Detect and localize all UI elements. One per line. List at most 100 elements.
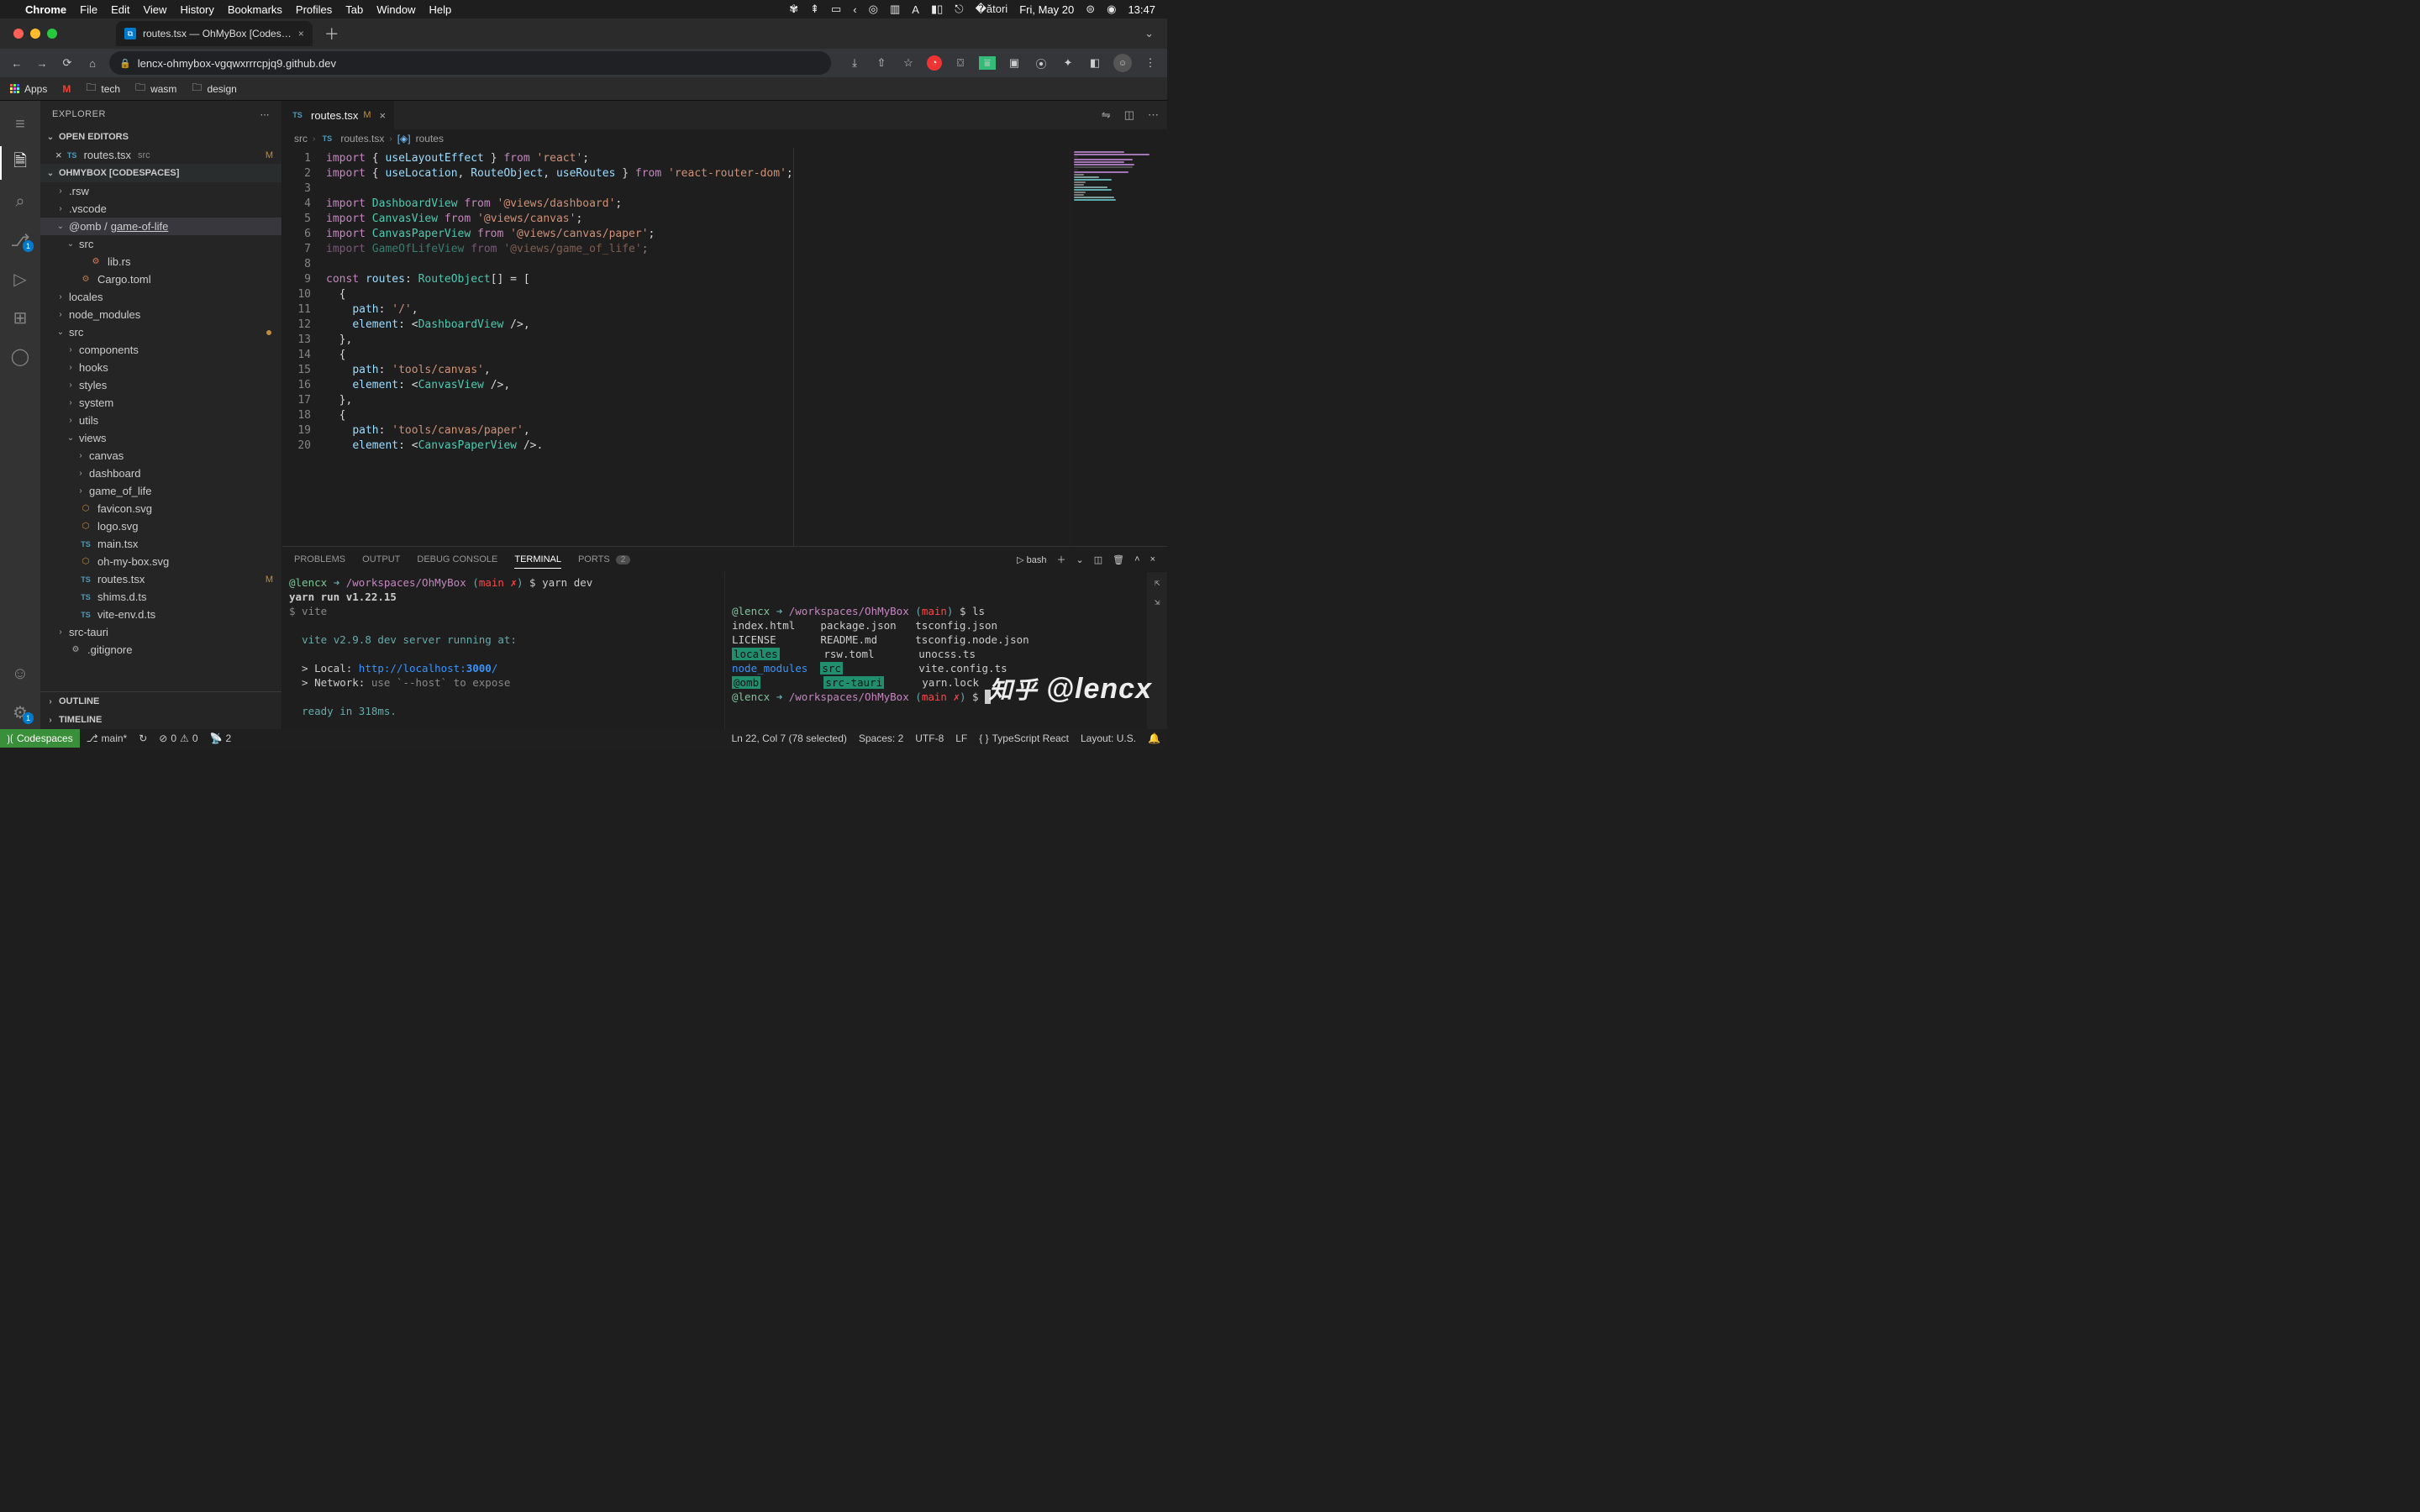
tree-file[interactable]: ⬡oh-my-box.svg xyxy=(40,553,281,570)
minimap[interactable] xyxy=(1070,148,1167,546)
new-tab-button[interactable]: ＋ xyxy=(319,23,345,45)
tree-folder[interactable]: ›canvas xyxy=(40,447,281,465)
menubar-profiles[interactable]: Profiles xyxy=(296,3,332,16)
activity-account-icon[interactable]: ☺ xyxy=(0,657,40,690)
open-editors-section[interactable]: ⌄OPEN EDITORS xyxy=(40,128,281,146)
tray-icon-3[interactable]: ‹ xyxy=(853,3,856,16)
wechat-icon[interactable]: ✾ xyxy=(789,3,798,16)
window-controls[interactable] xyxy=(13,29,57,39)
tree-folder[interactable]: ›game_of_life xyxy=(40,482,281,500)
tree-folder[interactable]: ⌄src xyxy=(40,323,281,341)
tree-file[interactable]: ⚙Cargo.toml xyxy=(40,270,281,288)
tree-file[interactable]: ⚙.gitignore xyxy=(40,641,281,659)
tree-folder[interactable]: ›dashboard xyxy=(40,465,281,482)
terminal-new-icon[interactable]: ＋ xyxy=(1057,553,1066,566)
extensions-puzzle-icon[interactable]: ✦ xyxy=(1060,56,1076,70)
tree-folder[interactable]: ›utils xyxy=(40,412,281,429)
activity-menu-icon[interactable]: ≡ xyxy=(0,108,40,141)
status-errors[interactable]: ⊘ 0 ⚠ 0 xyxy=(159,732,197,744)
tree-folder[interactable]: ›system xyxy=(40,394,281,412)
compare-changes-icon[interactable]: ⇋ xyxy=(1102,108,1111,122)
menubar-file[interactable]: File xyxy=(80,3,97,16)
terminal-shortcut-icon[interactable]: ⇲ xyxy=(1155,595,1160,609)
install-icon[interactable]: ⤓ xyxy=(846,56,863,70)
tree-folder[interactable]: ›styles xyxy=(40,376,281,394)
close-editor-icon[interactable]: × xyxy=(55,149,62,161)
extension-red-icon[interactable]: ◔ xyxy=(927,55,942,71)
activity-search-icon[interactable]: ⌕ xyxy=(0,185,40,218)
extension-window-icon[interactable]: ▣ xyxy=(1006,56,1023,70)
menubar-window[interactable]: Window xyxy=(376,3,415,16)
tree-file[interactable]: TSmain.tsx xyxy=(40,535,281,553)
terminal-left[interactable]: @lencx ➜ /workspaces/OhMyBox (main ✗) $ … xyxy=(282,572,724,729)
extension-camera-icon[interactable]: ⌼ xyxy=(952,56,969,70)
tree-file[interactable]: ⬡logo.svg xyxy=(40,517,281,535)
tree-folder[interactable]: ›.rsw xyxy=(40,182,281,200)
tree-folder[interactable]: ›components xyxy=(40,341,281,359)
tab-dropdown-icon[interactable]: ⌄ xyxy=(1144,27,1159,40)
tree-file[interactable]: ⬡favicon.svg xyxy=(40,500,281,517)
panel-close-icon[interactable]: × xyxy=(1150,554,1155,564)
activity-run-icon[interactable]: ▷ xyxy=(0,262,40,296)
tree-folder[interactable]: ›hooks xyxy=(40,359,281,376)
menubar-bookmarks[interactable]: Bookmarks xyxy=(228,3,282,16)
status-sync[interactable]: ↻ xyxy=(139,732,147,744)
terminal-dropdown-icon[interactable]: ⌄ xyxy=(1076,554,1084,565)
status-eol[interactable]: LF xyxy=(955,732,967,744)
siri-icon[interactable]: ◉ xyxy=(1107,3,1116,16)
tray-icon-4[interactable]: ◎ xyxy=(869,3,878,16)
bookmark-design[interactable]: 🗀 design xyxy=(192,80,236,97)
bookmark-wasm[interactable]: 🗀 wasm xyxy=(135,80,176,97)
tree-folder[interactable]: ⌄src xyxy=(40,235,281,253)
workspace-section[interactable]: ⌄OHMYBOX [CODESPACES] xyxy=(40,164,281,182)
tree-file[interactable]: TSshims.d.ts xyxy=(40,588,281,606)
menubar-history[interactable]: History xyxy=(180,3,213,16)
tree-folder[interactable]: ⌄@omb / game-of-life xyxy=(40,218,281,235)
tab-close-icon[interactable]: × xyxy=(298,28,304,39)
nav-back-icon[interactable]: ← xyxy=(8,57,25,70)
bookmark-star-icon[interactable]: ☆ xyxy=(900,56,917,70)
extension-translate-icon[interactable]: ⩸ xyxy=(979,56,996,70)
spotlight-icon[interactable]: ⊜ xyxy=(1086,3,1095,16)
activity-github-icon[interactable]: ◯ xyxy=(0,339,40,373)
outline-section[interactable]: ›OUTLINE xyxy=(40,692,281,711)
window-minimize-icon[interactable] xyxy=(30,29,40,39)
terminal-kill-icon[interactable]: 🗑 xyxy=(1113,554,1124,565)
panel-tab-output[interactable]: OUTPUT xyxy=(362,551,400,568)
tree-folder[interactable]: ›locales xyxy=(40,288,281,306)
activity-settings-icon[interactable]: ⚙1 xyxy=(0,696,40,729)
explorer-more-icon[interactable]: ⋯ xyxy=(260,109,271,120)
code-area[interactable]: import { useLayoutEffect } from 'react';… xyxy=(323,148,1070,546)
split-editor-icon[interactable]: ◫ xyxy=(1124,108,1134,122)
editor-more-icon[interactable]: ⋯ xyxy=(1148,108,1159,122)
code-editor[interactable]: 1234567891011121314151617181920 import {… xyxy=(282,148,1167,546)
menubar-date[interactable]: Fri, May 20 xyxy=(1019,3,1074,16)
nav-reload-icon[interactable]: ⟳ xyxy=(59,56,76,70)
menubar-app[interactable]: Chrome xyxy=(25,3,66,16)
tree-file[interactable]: TSroutes.tsxM xyxy=(40,570,281,588)
menubar-tab[interactable]: Tab xyxy=(345,3,363,16)
tree-folder[interactable]: ›node_modules xyxy=(40,306,281,323)
tray-icon-2[interactable]: ▭ xyxy=(831,3,841,16)
status-cursor[interactable]: Ln 22, Col 7 (78 selected) xyxy=(731,732,846,744)
address-input[interactable]: 🔒 lencx-ohmybox-vgqwxrrrcpjq9.github.dev xyxy=(109,51,831,75)
panel-tab-problems[interactable]: PROBLEMS xyxy=(294,551,345,568)
tree-folder[interactable]: ›.vscode xyxy=(40,200,281,218)
bookmark-m[interactable]: M xyxy=(62,83,71,95)
wifi-icon[interactable]: �ători xyxy=(976,3,1008,16)
breadcrumb[interactable]: src› TSroutes.tsx› [◈]routes xyxy=(282,129,1167,148)
tree-file[interactable]: TSvite-env.d.ts xyxy=(40,606,281,623)
tree-folder[interactable]: ›src-tauri xyxy=(40,623,281,641)
nav-forward-icon[interactable]: → xyxy=(34,57,50,70)
input-icon[interactable]: A xyxy=(912,3,919,16)
battery2-icon[interactable]: ▮▯ xyxy=(931,3,943,16)
timeline-section[interactable]: ›TIMELINE xyxy=(40,711,281,729)
menubar-view[interactable]: View xyxy=(143,3,166,16)
window-close-icon[interactable] xyxy=(13,29,24,39)
bluetooth-icon[interactable]: ⎋ xyxy=(955,3,963,16)
share-icon[interactable]: ⇧ xyxy=(873,56,890,70)
status-layout[interactable]: Layout: U.S. xyxy=(1081,732,1136,744)
menubar-time[interactable]: 13:47 xyxy=(1128,3,1155,16)
browser-menu-icon[interactable]: ⋮ xyxy=(1142,56,1159,70)
close-tab-icon[interactable]: × xyxy=(380,109,387,122)
